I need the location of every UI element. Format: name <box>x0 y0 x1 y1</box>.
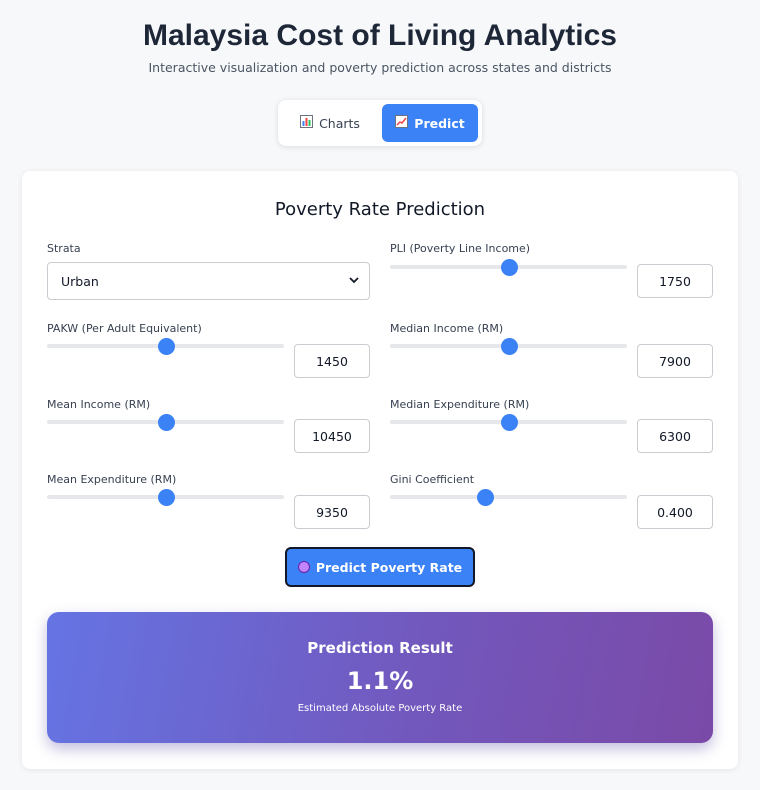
result-caption: Estimated Absolute Poverty Rate <box>297 703 463 714</box>
median-income-slider[interactable] <box>390 338 627 355</box>
mean-expenditure-input[interactable]: 9350 <box>294 495 370 529</box>
mean-expenditure-slider-thumb[interactable] <box>157 489 175 506</box>
pli-slider-thumb[interactable] <box>500 259 518 276</box>
pli-input[interactable]: 1750 <box>637 264 713 298</box>
result-value: 1.1% <box>346 667 414 695</box>
predict-button[interactable]: Predict Poverty Rate <box>285 547 475 587</box>
gini-field: Gini Coefficient 0.400 <box>390 472 713 532</box>
pakw-field: PAKW (Per Adult Equivalent) 1450 <box>47 321 370 381</box>
pli-slider[interactable] <box>390 259 627 276</box>
tab-bar: Charts Predict <box>278 100 482 146</box>
predict-button-label: Predict Poverty Rate <box>315 559 463 575</box>
bar-chart-icon <box>300 115 314 131</box>
median-income-input[interactable]: 7900 <box>637 344 713 378</box>
pakw-slider[interactable] <box>47 338 284 355</box>
tab-charts-label: Charts <box>319 115 360 131</box>
median-expenditure-slider-thumb[interactable] <box>500 414 518 431</box>
median-income-field: Median Income (RM) 7900 <box>390 321 713 381</box>
gini-slider[interactable] <box>390 489 627 506</box>
strata-value: Urban <box>61 273 99 289</box>
mean-income-slider[interactable] <box>47 414 284 431</box>
median-income-label: Median Income (RM) <box>390 322 504 335</box>
page-title: Malaysia Cost of Living Analytics <box>142 19 617 52</box>
strata-select[interactable]: Urban <box>47 262 370 300</box>
pakw-label: PAKW (Per Adult Equivalent) <box>47 322 202 335</box>
page-subtitle: Interactive visualization and poverty pr… <box>148 60 612 75</box>
mean-income-label: Mean Income (RM) <box>47 398 151 411</box>
pli-label: PLI (Poverty Line Income) <box>390 242 531 255</box>
mean-expenditure-field: Mean Expenditure (RM) 9350 <box>47 472 370 532</box>
median-expenditure-label: Median Expenditure (RM) <box>390 398 530 411</box>
tab-charts[interactable]: Charts <box>282 104 378 142</box>
brain-icon <box>297 561 310 573</box>
strata-field: Strata Urban <box>47 241 370 303</box>
tab-predict-label: Predict <box>414 115 465 131</box>
gini-input[interactable]: 0.400 <box>637 495 713 529</box>
mean-expenditure-label: Mean Expenditure (RM) <box>47 473 177 486</box>
result-title: Prediction Result <box>307 639 453 657</box>
mean-income-slider-thumb[interactable] <box>157 414 175 431</box>
chevron-down-icon <box>349 276 359 287</box>
median-expenditure-input[interactable]: 6300 <box>637 419 713 453</box>
gini-slider-thumb[interactable] <box>476 489 494 506</box>
trend-chart-icon <box>395 115 409 131</box>
panel-title: Poverty Rate Prediction <box>274 199 486 220</box>
pakw-slider-thumb[interactable] <box>157 338 175 355</box>
tab-predict[interactable]: Predict <box>382 104 478 142</box>
median-expenditure-field: Median Expenditure (RM) 6300 <box>390 397 713 457</box>
mean-expenditure-slider[interactable] <box>47 489 284 506</box>
mean-income-field: Mean Income (RM) 10450 <box>47 397 370 457</box>
median-income-slider-thumb[interactable] <box>500 338 518 355</box>
result-card: Prediction Result 1.1% Estimated Absolut… <box>47 612 713 743</box>
gini-label: Gini Coefficient <box>390 473 475 486</box>
pakw-input[interactable]: 1450 <box>294 344 370 378</box>
pli-field: PLI (Poverty Line Income) 1750 <box>390 241 713 301</box>
strata-label: Strata <box>47 242 81 255</box>
mean-income-input[interactable]: 10450 <box>294 419 370 453</box>
median-expenditure-slider[interactable] <box>390 414 627 431</box>
prediction-panel: Poverty Rate Prediction Strata Urban PLI… <box>22 171 738 769</box>
